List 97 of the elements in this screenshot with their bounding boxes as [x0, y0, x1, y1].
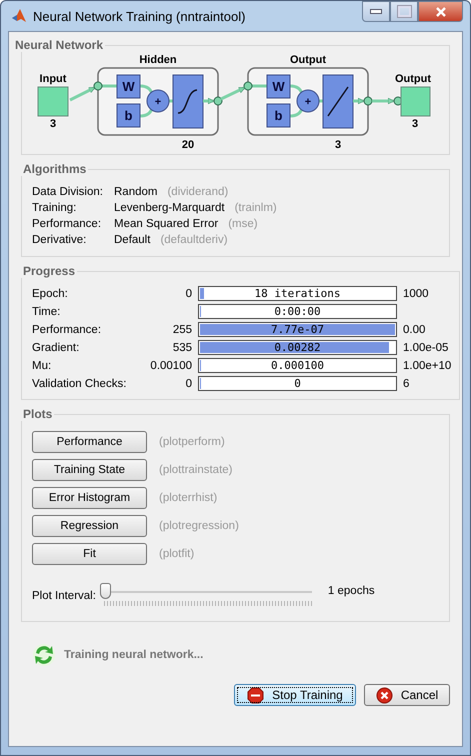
- output-size: 3: [412, 118, 418, 130]
- close-x-icon: [434, 6, 446, 16]
- plot-button[interactable]: Performance: [32, 431, 147, 453]
- weight-label: W: [272, 79, 285, 94]
- progress-label: Validation Checks:: [32, 378, 128, 390]
- stop-sign-icon: [247, 686, 264, 704]
- layer-size: 3: [334, 139, 342, 151]
- group-title: Progress: [22, 264, 76, 278]
- field-value: Default: [114, 234, 150, 246]
- bias-block: [266, 104, 290, 128]
- progress-value: 7.77e-07: [270, 323, 325, 336]
- field-value: Mean Squared Error: [114, 218, 218, 230]
- plot-button[interactable]: Regression: [32, 515, 147, 537]
- target-value: 6: [403, 378, 410, 390]
- bias-label: b: [274, 108, 282, 123]
- sum-node: [296, 90, 320, 112]
- plot-button[interactable]: Training State: [32, 459, 147, 481]
- progress-value: 18 iterations: [253, 287, 342, 300]
- function-name: (mse): [228, 218, 258, 230]
- start-value: 0: [186, 378, 192, 390]
- input-node: [38, 86, 68, 116]
- progress-label: Epoch:: [32, 288, 69, 300]
- progress-label: Mu:: [32, 360, 52, 372]
- port-icon: [244, 82, 252, 90]
- field-label: Data Division:: [32, 186, 104, 198]
- sigmoid-curve-icon: [178, 89, 198, 114]
- connector-arrow: [203, 98, 214, 104]
- output-node: [400, 86, 430, 116]
- function-name: (plotregression): [159, 520, 239, 532]
- slider-thumb[interactable]: [100, 583, 111, 599]
- stop-button[interactable]: Stop Training: [234, 684, 356, 706]
- transfer-block: [172, 74, 204, 128]
- start-value: 0.00100: [150, 360, 192, 372]
- layer-title: Hidden: [139, 54, 177, 66]
- function-name: (plotfit): [159, 548, 194, 560]
- field-value: Random: [114, 186, 158, 198]
- output-label: Output: [394, 73, 432, 85]
- function-name: (ploterrhist): [159, 492, 218, 504]
- function-name: (plottrainstate): [159, 464, 233, 476]
- input-size: 3: [50, 118, 56, 130]
- sum-node: [146, 90, 170, 112]
- field-label: Training:: [32, 202, 78, 214]
- slider-label: Plot Interval:: [32, 590, 96, 602]
- group-title: Neural Network: [14, 38, 104, 52]
- port-icon: [94, 82, 102, 90]
- progress-value: 0: [293, 377, 302, 390]
- sum-sign: +: [154, 96, 162, 108]
- cancel-x-icon: [376, 686, 393, 704]
- bias-block: [116, 104, 140, 128]
- recycle-arrows-icon: [32, 643, 56, 667]
- group-title: Plots: [22, 407, 54, 421]
- target-value: 1.00e+10: [403, 360, 452, 372]
- connector-arrow: [69, 86, 96, 102]
- target-value: 0.00: [403, 324, 426, 336]
- target-value: 1000: [403, 288, 429, 300]
- start-value: 255: [172, 324, 192, 336]
- progress-value: 0.000100: [270, 359, 325, 372]
- minimize-button[interactable]: [362, 1, 390, 22]
- function-name: (defaultderiv): [160, 234, 228, 246]
- connector-arrow: [220, 86, 246, 100]
- function-name: (trainlm): [234, 202, 277, 214]
- start-value: 535: [172, 342, 192, 354]
- progress-label: Gradient:: [32, 342, 80, 354]
- layer-title: Output: [290, 54, 326, 66]
- function-name: (dividerand): [167, 186, 228, 198]
- start-value: 0: [186, 288, 192, 300]
- linear-line-icon: [327, 86, 349, 116]
- target-value: 1.00e-05: [403, 342, 448, 354]
- connector-arrow: [353, 98, 364, 104]
- maximize-button[interactable]: [390, 1, 418, 22]
- slider-value: 1 epochs: [328, 585, 375, 597]
- plot-button[interactable]: Error Histogram: [32, 487, 147, 509]
- transfer-block: [322, 74, 354, 128]
- input-label: Input: [40, 73, 66, 85]
- port-icon: [364, 96, 372, 106]
- field-value: Levenberg-Marquardt: [114, 202, 225, 214]
- progress-value: 0.00282: [273, 341, 322, 354]
- weight-block: [116, 74, 140, 98]
- sum-sign: +: [304, 96, 312, 108]
- peak-logo-icon: [11, 8, 27, 24]
- close-button[interactable]: [418, 1, 463, 22]
- weight-block: [266, 74, 290, 98]
- progress-label: Time:: [32, 306, 62, 318]
- field-label: Derivative:: [32, 234, 88, 246]
- status-message: Training neural network...: [64, 649, 204, 661]
- progress-value: 0:00:00: [273, 305, 322, 318]
- plot-button[interactable]: Fit: [32, 543, 147, 565]
- progress-label: Performance:: [32, 324, 102, 336]
- cancel-button[interactable]: Cancel: [364, 684, 450, 706]
- window-title: Neural Network Training (nntraintool): [33, 8, 246, 24]
- bias-label: b: [124, 108, 132, 123]
- group-title: Algorithms: [22, 162, 88, 176]
- field-label: Performance:: [32, 218, 102, 230]
- weight-label: W: [122, 79, 135, 94]
- connector-arrow: [372, 98, 394, 104]
- function-name: (plotperform): [159, 436, 225, 448]
- layer-size: 20: [182, 139, 194, 151]
